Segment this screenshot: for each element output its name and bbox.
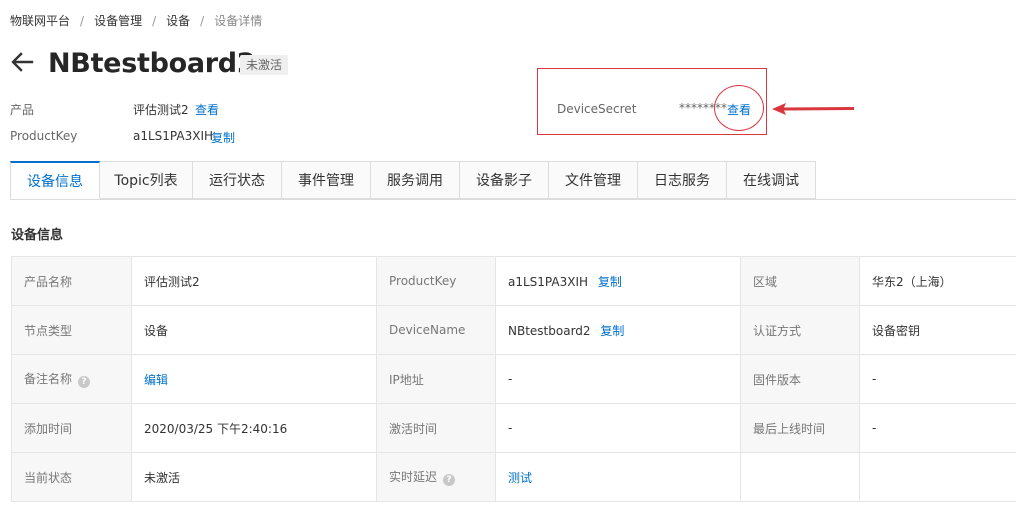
device-secret-label: DeviceSecret: [557, 102, 637, 116]
breadcrumb-current: 设备详情: [214, 14, 263, 28]
product-view-link[interactable]: 查看: [195, 101, 219, 118]
firmware-version-value: -: [859, 354, 1016, 404]
productkey-value: a1LS1PA3XIH: [133, 129, 214, 143]
tab-log-service[interactable]: 日志服务: [638, 161, 727, 199]
help-icon[interactable]: ?: [443, 474, 456, 486]
breadcrumb-iot-platform[interactable]: 物联网平台: [10, 14, 70, 28]
productkey-cell: a1LS1PA3XIH 复制: [495, 256, 741, 306]
breadcrumb-device-management[interactable]: 设备管理: [94, 14, 142, 28]
current-status-key: 当前状态: [11, 452, 132, 502]
tab-service-call[interactable]: 服务调用: [371, 161, 460, 199]
latency-test-link[interactable]: 测试: [508, 471, 532, 485]
tab-event-management[interactable]: 事件管理: [282, 161, 371, 199]
added-time-key: 添加时间: [11, 403, 132, 453]
remark-name-cell: 编辑: [131, 354, 377, 404]
product-label: 产品: [10, 103, 35, 117]
productkey-copy-link[interactable]: 复制: [211, 129, 235, 146]
tab-file-management[interactable]: 文件管理: [549, 161, 638, 199]
tab-online-debug[interactable]: 在线调试: [727, 161, 816, 199]
ip-address-key: IP地址: [376, 354, 496, 404]
edit-remark-link[interactable]: 编辑: [144, 373, 168, 387]
product-name-value: 评估测试2: [131, 256, 377, 306]
section-title: 设备信息: [11, 228, 64, 243]
current-status-value: 未激活: [131, 452, 377, 502]
tab-device-info[interactable]: 设备信息: [10, 161, 100, 199]
table-row: 备注名称? 编辑 IP地址 - 固件版本 -: [11, 354, 1016, 404]
table-row: 节点类型 设备 DeviceName NBtestboard2 复制 认证方式 …: [11, 305, 1016, 355]
node-type-key: 节点类型: [11, 305, 132, 355]
activated-time-key: 激活时间: [376, 403, 496, 453]
last-online-key: 最后上线时间: [740, 403, 860, 453]
productkey-copy-button[interactable]: 复制: [598, 275, 622, 289]
latency-key-cell: 实时延迟?: [376, 452, 496, 502]
region-value: 华东2（上海）: [859, 256, 1016, 306]
breadcrumb: 物联网平台 / 设备管理 / 设备 / 设备详情: [10, 12, 262, 29]
annotation-circle: [714, 85, 764, 131]
product-name-key: 产品名称: [11, 256, 132, 306]
product-value: 评估测试2: [133, 103, 189, 117]
table-row: 添加时间 2020/03/25 下午2:40:16 激活时间 - 最后上线时间 …: [11, 403, 1016, 453]
tab-bar: 设备信息 Topic列表 运行状态 事件管理 服务调用 设备影子 文件管理 日志…: [10, 161, 816, 200]
table-row: 当前状态 未激活 实时延迟? 测试: [11, 452, 1016, 502]
status-badge: 未激活: [240, 55, 289, 75]
devicename-copy-button[interactable]: 复制: [600, 324, 624, 338]
latency-key: 实时延迟: [389, 470, 438, 484]
last-online-value: -: [859, 403, 1016, 453]
breadcrumb-separator: /: [152, 14, 157, 28]
auth-method-value: 设备密钥: [859, 305, 1016, 355]
productkey-key: ProductKey: [376, 256, 496, 306]
latency-cell: 测试: [495, 452, 741, 502]
breadcrumb-separator: /: [80, 14, 85, 28]
remark-name-key-cell: 备注名称?: [11, 354, 132, 404]
device-info-table: 产品名称 评估测试2 ProductKey a1LS1PA3XIH 复制 区域 …: [11, 256, 1016, 502]
devicename-text: NBtestboard2: [508, 323, 591, 338]
back-arrow-icon[interactable]: [10, 50, 34, 74]
ip-address-value: -: [495, 354, 741, 404]
annotation-arrow-icon: [772, 103, 854, 115]
firmware-version-key: 固件版本: [740, 354, 860, 404]
added-time-value: 2020/03/25 下午2:40:16: [131, 403, 377, 453]
breadcrumb-separator: /: [200, 14, 205, 28]
productkey-label: ProductKey: [10, 129, 78, 143]
table-row: 产品名称 评估测试2 ProductKey a1LS1PA3XIH 复制 区域 …: [11, 256, 1016, 306]
empty-key: [740, 452, 860, 502]
node-type-value: 设备: [131, 305, 377, 355]
auth-method-key: 认证方式: [740, 305, 860, 355]
remark-name-key: 备注名称: [24, 372, 73, 386]
tab-device-shadow[interactable]: 设备影子: [460, 161, 549, 199]
help-icon[interactable]: ?: [78, 376, 91, 388]
page-title: NBtestboard2: [48, 48, 256, 79]
region-key: 区域: [740, 256, 860, 306]
breadcrumb-device[interactable]: 设备: [166, 14, 190, 28]
empty-value: [859, 452, 1016, 502]
productkey-text: a1LS1PA3XIH: [508, 274, 589, 289]
tab-topic-list[interactable]: Topic列表: [100, 161, 193, 199]
devicename-cell: NBtestboard2 复制: [495, 305, 741, 355]
activated-time-value: -: [495, 403, 741, 453]
devicename-key: DeviceName: [376, 305, 496, 355]
tab-divider: [10, 199, 1016, 200]
tab-running-status[interactable]: 运行状态: [193, 161, 282, 199]
